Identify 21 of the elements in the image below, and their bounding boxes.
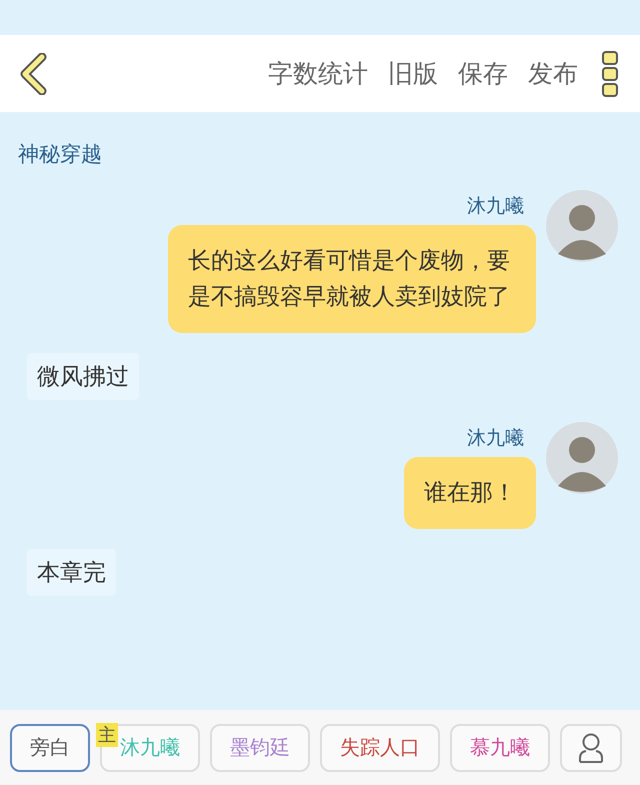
speech-bubble: 长的这么好看可惜是个废物，要是不搞毁容早就被人卖到妓院了 <box>168 225 536 333</box>
role-button[interactable]: 墨钧廷 <box>210 724 310 772</box>
narration-text: 本章完 <box>27 549 116 596</box>
role-button[interactable]: 失踪人口 <box>320 724 440 772</box>
user-icon[interactable] <box>560 724 622 772</box>
chapter-title: 神秘穿越 <box>18 141 102 168</box>
role-button[interactable]: 慕九曦 <box>450 724 550 772</box>
narration-text: 微风拂过 <box>27 353 139 400</box>
back-icon[interactable] <box>18 52 48 94</box>
role-button[interactable]: 旁白 <box>10 724 90 772</box>
toolbar-action[interactable]: 发布 <box>528 57 578 90</box>
avatar-icon <box>546 422 618 494</box>
speaker-name: 沐九曦 <box>467 194 524 219</box>
menu-icon[interactable] <box>602 50 618 96</box>
toolbar-action[interactable]: 字数统计 <box>268 57 368 90</box>
speaker-name: 沐九曦 <box>467 426 524 451</box>
speech-bubble: 谁在那！ <box>404 457 536 529</box>
avatar-icon <box>546 190 618 262</box>
toolbar-action[interactable]: 保存 <box>458 57 508 90</box>
toolbar-action[interactable]: 旧版 <box>388 57 438 90</box>
main-role-badge: 主 <box>96 722 118 746</box>
